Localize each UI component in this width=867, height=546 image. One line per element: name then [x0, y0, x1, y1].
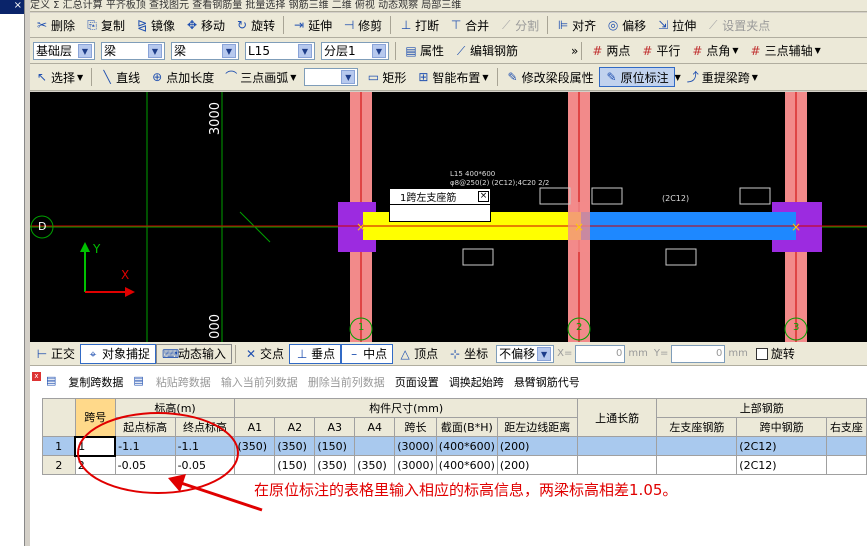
highlight-ellipse — [77, 412, 239, 494]
annotation-overlay — [77, 412, 263, 512]
annotation-text: 在原位标注的表格里输入相应的标高信息，两梁标高相差1.05。 — [254, 481, 678, 499]
arrow-shaft — [177, 480, 263, 512]
